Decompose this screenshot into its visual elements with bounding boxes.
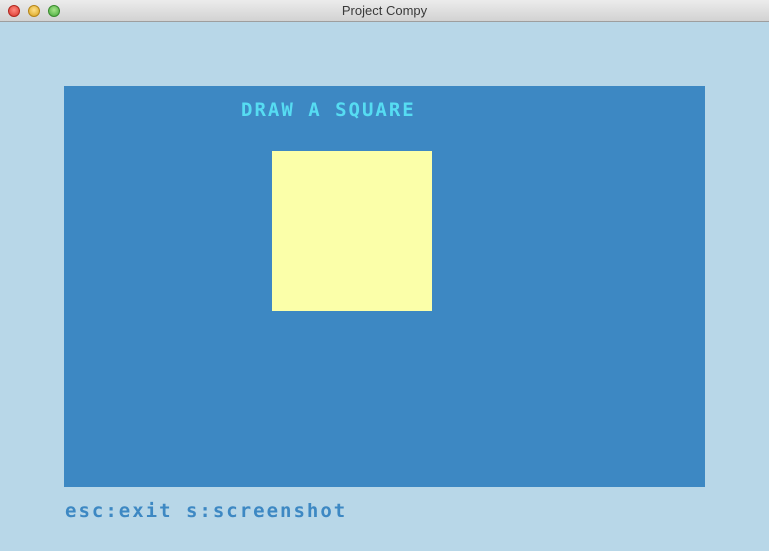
title-bar[interactable]: Project Compy xyxy=(0,0,769,22)
drawn-square xyxy=(272,151,432,311)
prompt-text: DRAW A SQUARE xyxy=(241,99,416,121)
keyboard-hints: esc:exit s:screenshot xyxy=(65,500,348,522)
drawing-screen[interactable]: DRAW A SQUARE xyxy=(64,86,705,487)
window-title: Project Compy xyxy=(341,3,428,18)
app-window: Project Compy DRAW A SQUARE esc:exit s:s… xyxy=(0,0,769,551)
